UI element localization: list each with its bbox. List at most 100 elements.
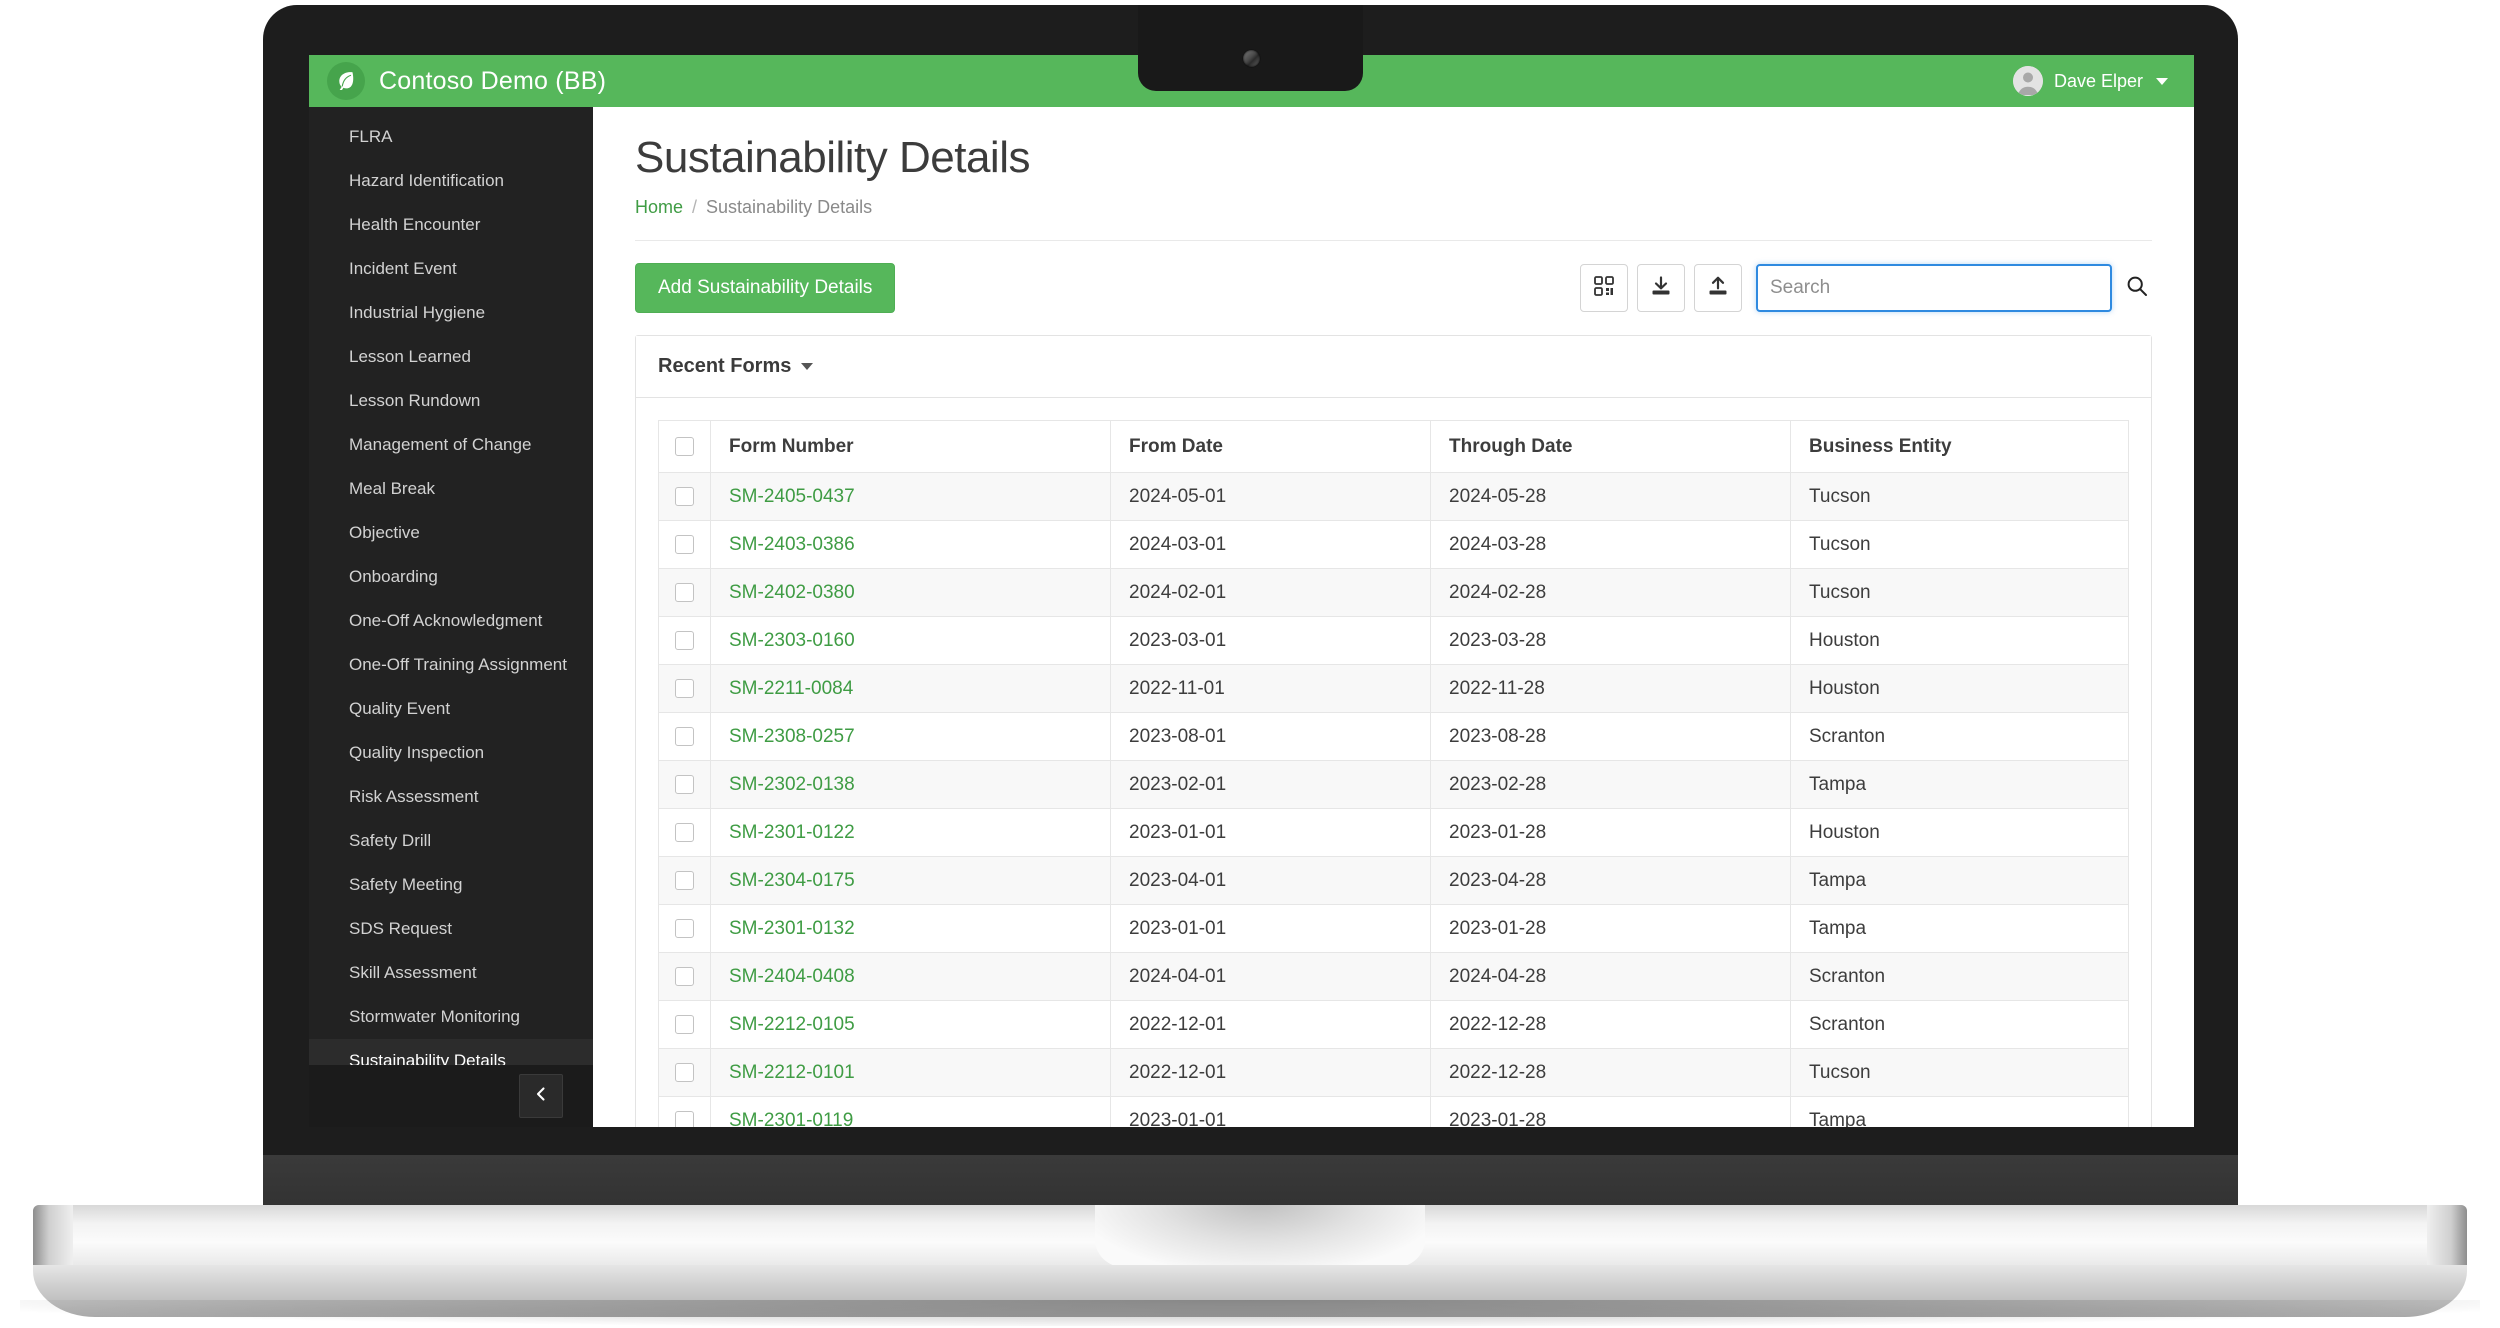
select-all-cell xyxy=(658,420,711,473)
table-row[interactable]: SM-2212-0101 2022-12-01 2022-12-28 Tucso… xyxy=(658,1048,2129,1097)
laptop-screen: Contoso Demo (BB) Dave Elper FLRA Hazard… xyxy=(309,55,2194,1127)
sidebar-item-lesson-learned[interactable]: Lesson Learned xyxy=(309,335,593,379)
user-menu[interactable]: Dave Elper xyxy=(2012,66,2194,96)
cell-from-date: 2023-01-01 xyxy=(1110,1096,1431,1127)
row-checkbox[interactable] xyxy=(675,822,694,842)
table-row[interactable]: SM-2301-0122 2023-01-01 2023-01-28 Houst… xyxy=(658,808,2129,857)
brand-area[interactable]: Contoso Demo (BB) xyxy=(309,62,606,100)
table-row[interactable]: SM-2403-0386 2024-03-01 2024-03-28 Tucso… xyxy=(658,520,2129,569)
cell-form-number: SM-2302-0138 xyxy=(710,760,1111,809)
form-number-link[interactable]: SM-2402-0380 xyxy=(729,582,855,603)
chevron-down-icon[interactable] xyxy=(2156,77,2168,85)
sidebar-item-hazard-identification[interactable]: Hazard Identification xyxy=(309,159,593,203)
sidebar-item-quality-event[interactable]: Quality Event xyxy=(309,687,593,731)
row-checkbox[interactable] xyxy=(675,918,694,938)
table-row[interactable]: SM-2301-0119 2023-01-01 2023-01-28 Tampa xyxy=(658,1096,2129,1128)
sidebar-item-health-encounter[interactable]: Health Encounter xyxy=(309,203,593,247)
cell-form-number: SM-2301-0119 xyxy=(710,1096,1111,1128)
breadcrumb-home-link[interactable]: Home xyxy=(635,197,683,218)
form-number-link[interactable]: SM-2301-0132 xyxy=(729,918,855,939)
form-number-link[interactable]: SM-2301-0119 xyxy=(729,1110,853,1128)
sidebar-item-label: Skill Assessment xyxy=(349,963,477,982)
sidebar-item-onboarding[interactable]: Onboarding xyxy=(309,555,593,599)
sidebar-item-skill-assessment[interactable]: Skill Assessment xyxy=(309,951,593,995)
table-row[interactable]: SM-2211-0084 2022-11-01 2022-11-28 Houst… xyxy=(658,664,2129,713)
table-row[interactable]: SM-2301-0132 2023-01-01 2023-01-28 Tampa xyxy=(658,904,2129,953)
caret-down-icon[interactable] xyxy=(801,363,814,370)
search-submit-button[interactable] xyxy=(2122,264,2152,312)
forms-table-container: Form Number From Date Through Date Busin… xyxy=(636,398,2151,1127)
row-checkbox[interactable] xyxy=(675,1110,694,1127)
select-all-checkbox[interactable] xyxy=(675,436,694,456)
column-header-business-entity[interactable]: Business Entity xyxy=(1790,420,2129,473)
cell-business-entity: Tampa xyxy=(1790,1096,2129,1127)
sidebar-collapse-button[interactable] xyxy=(519,1074,563,1118)
table-row[interactable]: SM-2212-0105 2022-12-01 2022-12-28 Scran… xyxy=(658,1000,2129,1049)
sidebar-item-one-off-acknowledgment[interactable]: One-Off Acknowledgment xyxy=(309,599,593,643)
table-row[interactable]: SM-2404-0408 2024-04-01 2024-04-28 Scran… xyxy=(658,952,2129,1001)
sidebar-item-safety-meeting[interactable]: Safety Meeting xyxy=(309,863,593,907)
form-number-link[interactable]: SM-2404-0408 xyxy=(729,966,855,987)
column-header-from-date[interactable]: From Date xyxy=(1110,420,1431,473)
page-title: Sustainability Details xyxy=(635,133,1030,182)
form-number-link[interactable]: SM-2308-0257 xyxy=(729,726,855,747)
column-header-form-number[interactable]: Form Number xyxy=(710,420,1111,473)
row-checkbox[interactable] xyxy=(675,870,694,890)
sidebar-item-objective[interactable]: Objective xyxy=(309,511,593,555)
form-number-link[interactable]: SM-2303-0160 xyxy=(729,630,855,651)
form-number-link[interactable]: SM-2302-0138 xyxy=(729,774,855,795)
sidebar-item-industrial-hygiene[interactable]: Industrial Hygiene xyxy=(309,291,593,335)
sidebar-item-meal-break[interactable]: Meal Break xyxy=(309,467,593,511)
laptop-base-right-edge xyxy=(2427,1205,2467,1267)
column-header-through-date[interactable]: Through Date xyxy=(1430,420,1791,473)
form-number-link[interactable]: SM-2405-0437 xyxy=(729,486,855,507)
row-checkbox[interactable] xyxy=(675,1062,694,1082)
sidebar-item-lesson-rundown[interactable]: Lesson Rundown xyxy=(309,379,593,423)
table-row[interactable]: SM-2308-0257 2023-08-01 2023-08-28 Scran… xyxy=(658,712,2129,761)
sidebar-item-stormwater-monitoring[interactable]: Stormwater Monitoring xyxy=(309,995,593,1039)
page-header: Sustainability Details Home / Sustainabi… xyxy=(593,107,2194,241)
row-select-cell xyxy=(658,1000,711,1049)
download-button[interactable] xyxy=(1637,264,1685,312)
form-number-link[interactable]: SM-2301-0122 xyxy=(729,822,855,843)
row-checkbox[interactable] xyxy=(675,486,694,506)
cell-from-date: 2023-04-01 xyxy=(1110,856,1431,905)
user-name-label: Dave Elper xyxy=(2053,70,2143,91)
search-input[interactable] xyxy=(1756,264,2112,312)
form-number-link[interactable]: SM-2304-0175 xyxy=(729,870,855,891)
download-icon xyxy=(1650,275,1672,302)
recent-forms-header[interactable]: Recent Forms xyxy=(636,336,2151,398)
row-checkbox[interactable] xyxy=(675,678,694,698)
table-row[interactable]: SM-2303-0160 2023-03-01 2023-03-28 Houst… xyxy=(658,616,2129,665)
cell-through-date: 2023-03-28 xyxy=(1430,616,1791,665)
sidebar-item-safety-drill[interactable]: Safety Drill xyxy=(309,819,593,863)
row-checkbox[interactable] xyxy=(675,630,694,650)
upload-button[interactable] xyxy=(1694,264,1742,312)
table-row[interactable]: SM-2402-0380 2024-02-01 2024-02-28 Tucso… xyxy=(658,568,2129,617)
sidebar-item-risk-assessment[interactable]: Risk Assessment xyxy=(309,775,593,819)
row-checkbox[interactable] xyxy=(675,726,694,746)
sidebar-item-incident-event[interactable]: Incident Event xyxy=(309,247,593,291)
sidebar-item-label: Safety Meeting xyxy=(349,875,463,894)
form-number-link[interactable]: SM-2211-0084 xyxy=(729,678,853,699)
sidebar-item-sds-request[interactable]: SDS Request xyxy=(309,907,593,951)
row-checkbox[interactable] xyxy=(675,1014,694,1034)
sidebar-item-quality-inspection[interactable]: Quality Inspection xyxy=(309,731,593,775)
form-number-link[interactable]: SM-2212-0101 xyxy=(729,1062,855,1083)
row-checkbox[interactable] xyxy=(675,582,694,602)
table-row[interactable]: SM-2304-0175 2023-04-01 2023-04-28 Tampa xyxy=(658,856,2129,905)
row-checkbox[interactable] xyxy=(675,774,694,794)
row-checkbox[interactable] xyxy=(675,534,694,554)
form-number-link[interactable]: SM-2212-0105 xyxy=(729,1014,855,1035)
table-row[interactable]: SM-2302-0138 2023-02-01 2023-02-28 Tampa xyxy=(658,760,2129,809)
form-number-link[interactable]: SM-2403-0386 xyxy=(729,534,855,555)
table-row[interactable]: SM-2405-0437 2024-05-01 2024-05-28 Tucso… xyxy=(658,472,2129,521)
sidebar-item-management-of-change[interactable]: Management of Change xyxy=(309,423,593,467)
qr-code-button[interactable] xyxy=(1580,264,1628,312)
row-checkbox[interactable] xyxy=(675,966,694,986)
cell-from-date: 2023-01-01 xyxy=(1110,808,1431,857)
sidebar-item-one-off-training-assignment[interactable]: One-Off Training Assignment xyxy=(309,643,593,687)
add-sustainability-details-button[interactable]: Add Sustainability Details xyxy=(635,263,896,313)
sidebar-item-flra[interactable]: FLRA xyxy=(309,115,593,159)
row-select-cell xyxy=(658,520,711,569)
